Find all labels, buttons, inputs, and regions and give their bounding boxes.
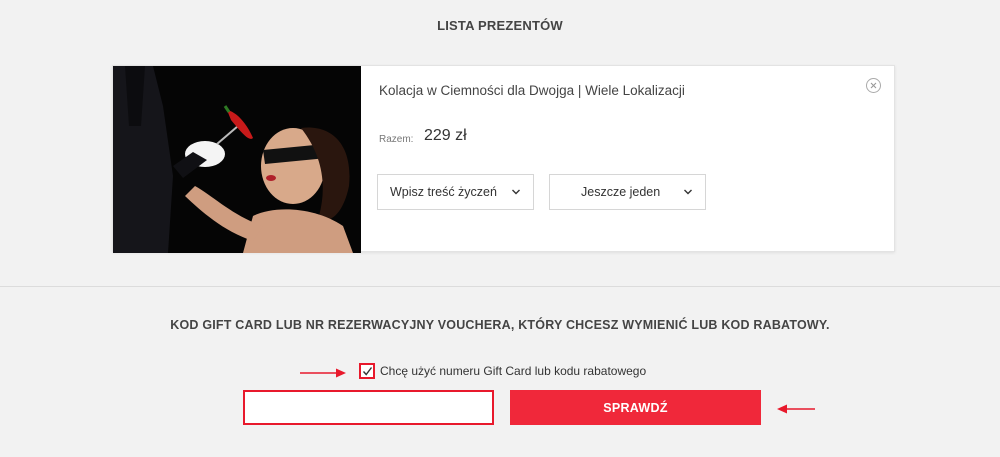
remove-gift-button[interactable] [866, 78, 881, 93]
checkmark-icon [362, 366, 372, 376]
another-select[interactable]: Jeszcze jeden [549, 174, 706, 210]
voucher-code-input[interactable] [243, 390, 494, 425]
wishes-select-label: Wpisz treść życzeń [390, 185, 497, 199]
gift-name[interactable]: Kolacja w Ciemności dla Dwojga | Wiele L… [379, 83, 685, 98]
chevron-down-icon [512, 189, 520, 195]
arrow-left-icon [777, 404, 815, 414]
use-code-checkbox[interactable] [359, 363, 375, 379]
voucher-heading: KOD GIFT CARD LUB NR REZERWACYJNY VOUCHE… [170, 318, 830, 332]
use-code-checkbox-label[interactable]: Chcę użyć numeru Gift Card lub kodu raba… [380, 364, 646, 378]
chevron-down-icon [684, 189, 692, 195]
another-select-label: Jeszcze jeden [581, 185, 661, 199]
close-circle-icon [870, 82, 877, 89]
price-label: Razem: [379, 134, 414, 145]
gift-product-image [113, 66, 361, 253]
use-code-checkbox-row: Chcę użyć numeru Gift Card lub kodu raba… [359, 363, 646, 379]
wishes-select[interactable]: Wpisz treść życzeń [377, 174, 534, 210]
gift-list-title: LISTA PREZENTÓW [437, 18, 563, 33]
arrow-right-icon [300, 368, 346, 378]
check-code-button[interactable]: SPRAWDŹ [510, 390, 761, 425]
section-divider [0, 286, 1000, 287]
price-value: 229 zł [424, 127, 467, 144]
gift-card: Kolacja w Ciemności dla Dwojga | Wiele L… [112, 65, 895, 253]
